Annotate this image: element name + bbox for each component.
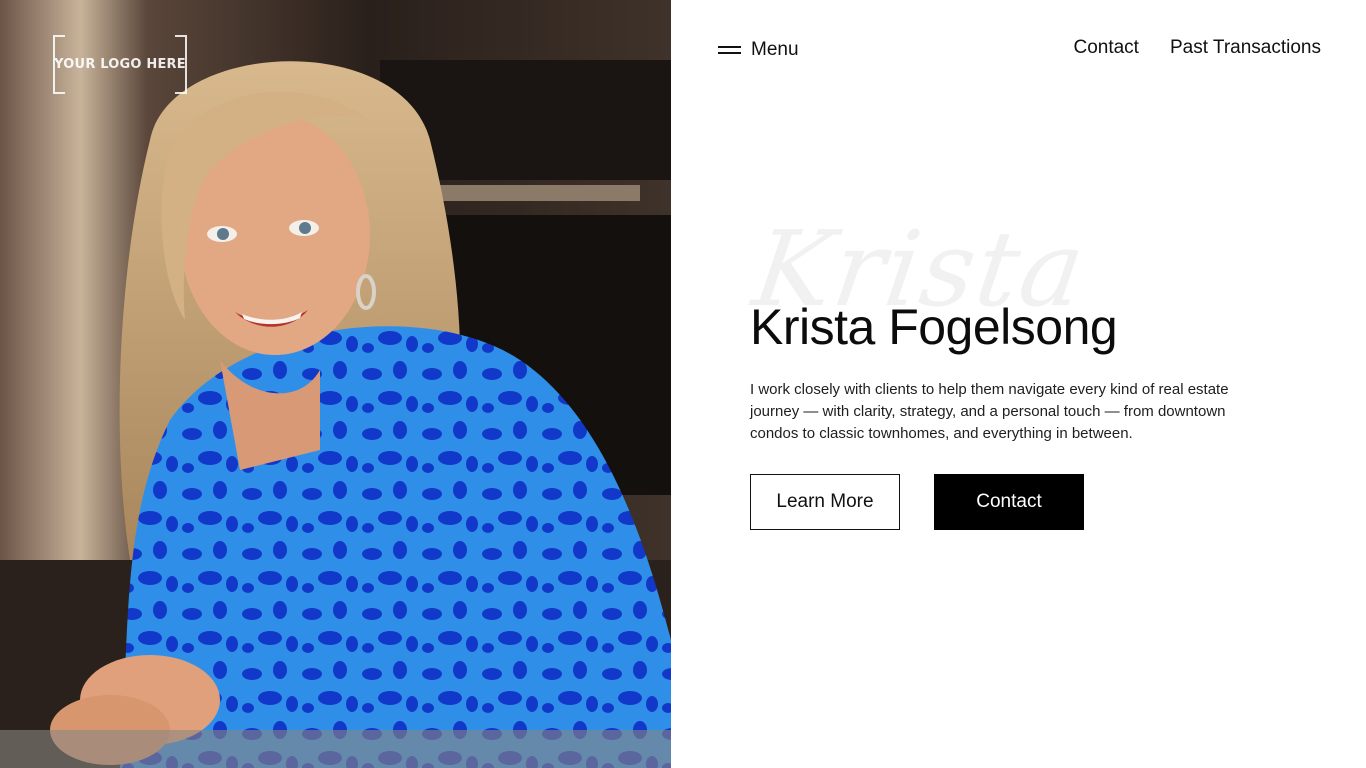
learn-more-button[interactable]: Learn More xyxy=(750,474,900,530)
agent-portrait-image xyxy=(0,0,671,768)
logo-bracket-right xyxy=(175,35,187,94)
hero-description: I work closely with clients to help them… xyxy=(750,381,1229,442)
nav-link-past-transactions[interactable]: Past Transactions xyxy=(1170,37,1321,59)
contact-button[interactable]: Contact xyxy=(934,474,1084,530)
logo-text: YOUR LOGO HERE xyxy=(54,56,186,73)
hero-photo: YOUR LOGO HERE xyxy=(0,0,671,768)
menu-label: Menu xyxy=(751,39,799,60)
top-nav: Contact Past Transactions xyxy=(1073,37,1321,59)
page-title: Krista Fogelsong xyxy=(750,299,1118,355)
logo[interactable]: YOUR LOGO HERE xyxy=(53,35,187,94)
hamburger-icon xyxy=(718,46,741,54)
nav-link-contact[interactable]: Contact xyxy=(1073,37,1138,59)
menu-button[interactable]: Menu xyxy=(718,38,799,62)
